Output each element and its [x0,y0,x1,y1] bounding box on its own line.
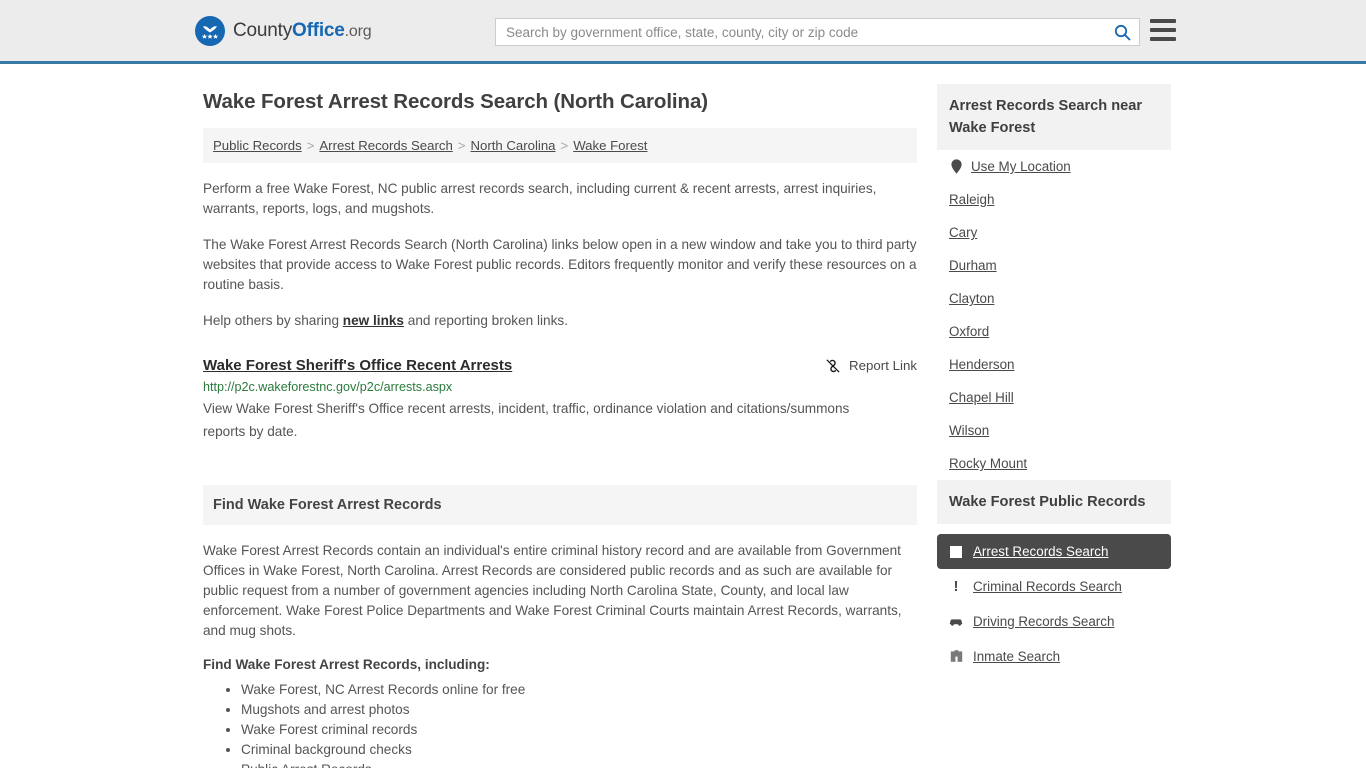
breadcrumb-separator: > [457,138,466,153]
page-title: Wake Forest Arrest Records Search (North… [203,90,708,113]
arrest-records-bullet-list: Wake Forest, NC Arrest Records online fo… [203,680,917,768]
breadcrumb-item-wake-forest[interactable]: Wake Forest [573,138,647,153]
car-icon [949,616,963,627]
site-header: CountyOffice.org [0,0,1366,64]
breadcrumb-separator: > [306,138,315,153]
hamburger-bar [1150,28,1176,32]
resource-url[interactable]: http://p2c.wakeforestnc.gov/p2c/arrests.… [203,380,917,394]
record-link[interactable]: Criminal Records Search [973,579,1122,594]
list-item: Public Arrest Records [241,760,917,768]
city-link[interactable]: Cary [949,225,977,240]
hamburger-menu-icon[interactable] [1150,19,1176,41]
sidebar-item-use-my-location[interactable]: Use My Location [937,150,1171,183]
sidebar-nearby-list: Use My Location Raleigh Cary Durham Clay… [937,150,1171,480]
sidebar-item-driving-records-search[interactable]: Driving Records Search [937,604,1171,639]
sidebar-item-inmate-search[interactable]: Inmate Search [937,639,1171,674]
breadcrumb-item-public-records[interactable]: Public Records [213,138,302,153]
list-item: Criminal background checks [241,740,917,760]
sidebar-nearby-heading: Arrest Records Search near Wake Forest [937,84,1171,150]
help-suffix: and reporting broken links. [404,313,568,328]
sidebar-item-chapel-hill[interactable]: Chapel Hill [937,381,1171,414]
sidebar-item-rocky-mount[interactable]: Rocky Mount [937,447,1171,480]
resource-link-title[interactable]: Wake Forest Sheriff's Office Recent Arre… [203,357,512,374]
sidebar-item-wilson[interactable]: Wilson [937,414,1171,447]
intro-paragraph: Perform a free Wake Forest, NC public ar… [203,181,877,216]
list-item: Mugshots and arrest photos [241,700,917,720]
link-entry: Wake Forest Sheriff's Office Recent Arre… [203,357,917,443]
brand-part-office: Office [292,19,345,41]
map-pin-icon [949,159,963,174]
report-link-label: Report Link [849,358,917,373]
breadcrumb: Public Records > Arrest Records Search > Nor… [203,128,917,163]
eagle-shield-logo-icon [195,15,225,46]
search-bar[interactable] [495,18,1140,46]
record-link[interactable]: Inmate Search [973,649,1060,664]
help-prefix: Help others by sharing [203,313,343,328]
hamburger-bar [1150,37,1176,41]
main-content: Wake Forest Arrest Records Search (North… [203,64,917,768]
use-my-location-link[interactable]: Use My Location [971,159,1071,174]
search-icon [1114,24,1130,40]
city-link[interactable]: Rocky Mount [949,456,1027,471]
record-link[interactable]: Arrest Records Search [973,544,1108,559]
section-heading: Find Wake Forest Arrest Records [203,485,917,525]
breadcrumb-separator: > [560,138,569,153]
search-button[interactable] [1105,19,1139,45]
sidebar-item-clayton[interactable]: Clayton [937,282,1171,315]
square-icon [949,545,963,558]
new-links-link[interactable]: new links [343,313,404,328]
broken-link-icon [826,359,840,372]
site-logo[interactable]: CountyOffice.org [195,15,372,46]
city-link[interactable]: Clayton [949,291,994,306]
breadcrumb-item-north-carolina[interactable]: North Carolina [470,138,555,153]
sidebar-item-durham[interactable]: Durham [937,249,1171,282]
sidebar-public-records-heading: Wake Forest Public Records [937,480,1171,524]
search-input[interactable] [496,19,1105,45]
exclamation-icon: ! [953,578,959,595]
section-sub-heading: Find Wake Forest Arrest Records, includi… [203,657,490,672]
city-link[interactable]: Oxford [949,324,989,339]
sidebar-public-records-list: Arrest Records Search ! Criminal Records… [937,534,1171,674]
hamburger-bar [1150,19,1176,23]
city-link[interactable]: Henderson [949,357,1015,372]
page-body: Wake Forest Arrest Records Search (North… [0,64,1366,768]
sidebar-item-arrest-records-search[interactable]: Arrest Records Search [937,534,1171,569]
brand-part-county: County [233,19,293,41]
list-item: Wake Forest criminal records [241,720,917,740]
city-link[interactable]: Raleigh [949,192,994,207]
breadcrumb-item-arrest-records-search[interactable]: Arrest Records Search [319,138,452,153]
link-entry-header: Wake Forest Sheriff's Office Recent Arre… [203,357,917,374]
sidebar-item-oxford[interactable]: Oxford [937,315,1171,348]
section-body-text: Wake Forest Arrest Records contain an in… [203,543,902,638]
city-link[interactable]: Chapel Hill [949,390,1014,405]
building-icon [949,650,963,663]
sidebar-item-cary[interactable]: Cary [937,216,1171,249]
brand-part-org: .org [344,22,372,40]
help-paragraph: Help others by sharing new links and rep… [203,311,917,331]
record-link[interactable]: Driving Records Search [973,614,1114,629]
sidebar-item-henderson[interactable]: Henderson [937,348,1171,381]
list-item: Wake Forest, NC Arrest Records online fo… [241,680,917,700]
sidebar-item-raleigh[interactable]: Raleigh [937,183,1171,216]
report-link-button[interactable]: Report Link [825,358,917,374]
sidebar: Arrest Records Search near Wake Forest U… [937,64,1171,768]
second-paragraph: The Wake Forest Arrest Records Search (N… [203,237,917,292]
site-logo-text: CountyOffice.org [233,19,372,42]
resource-description: View Wake Forest Sheriff's Office recent… [203,401,850,439]
sidebar-item-criminal-records-search[interactable]: ! Criminal Records Search [937,569,1171,604]
city-link[interactable]: Durham [949,258,997,273]
city-link[interactable]: Wilson [949,423,989,438]
